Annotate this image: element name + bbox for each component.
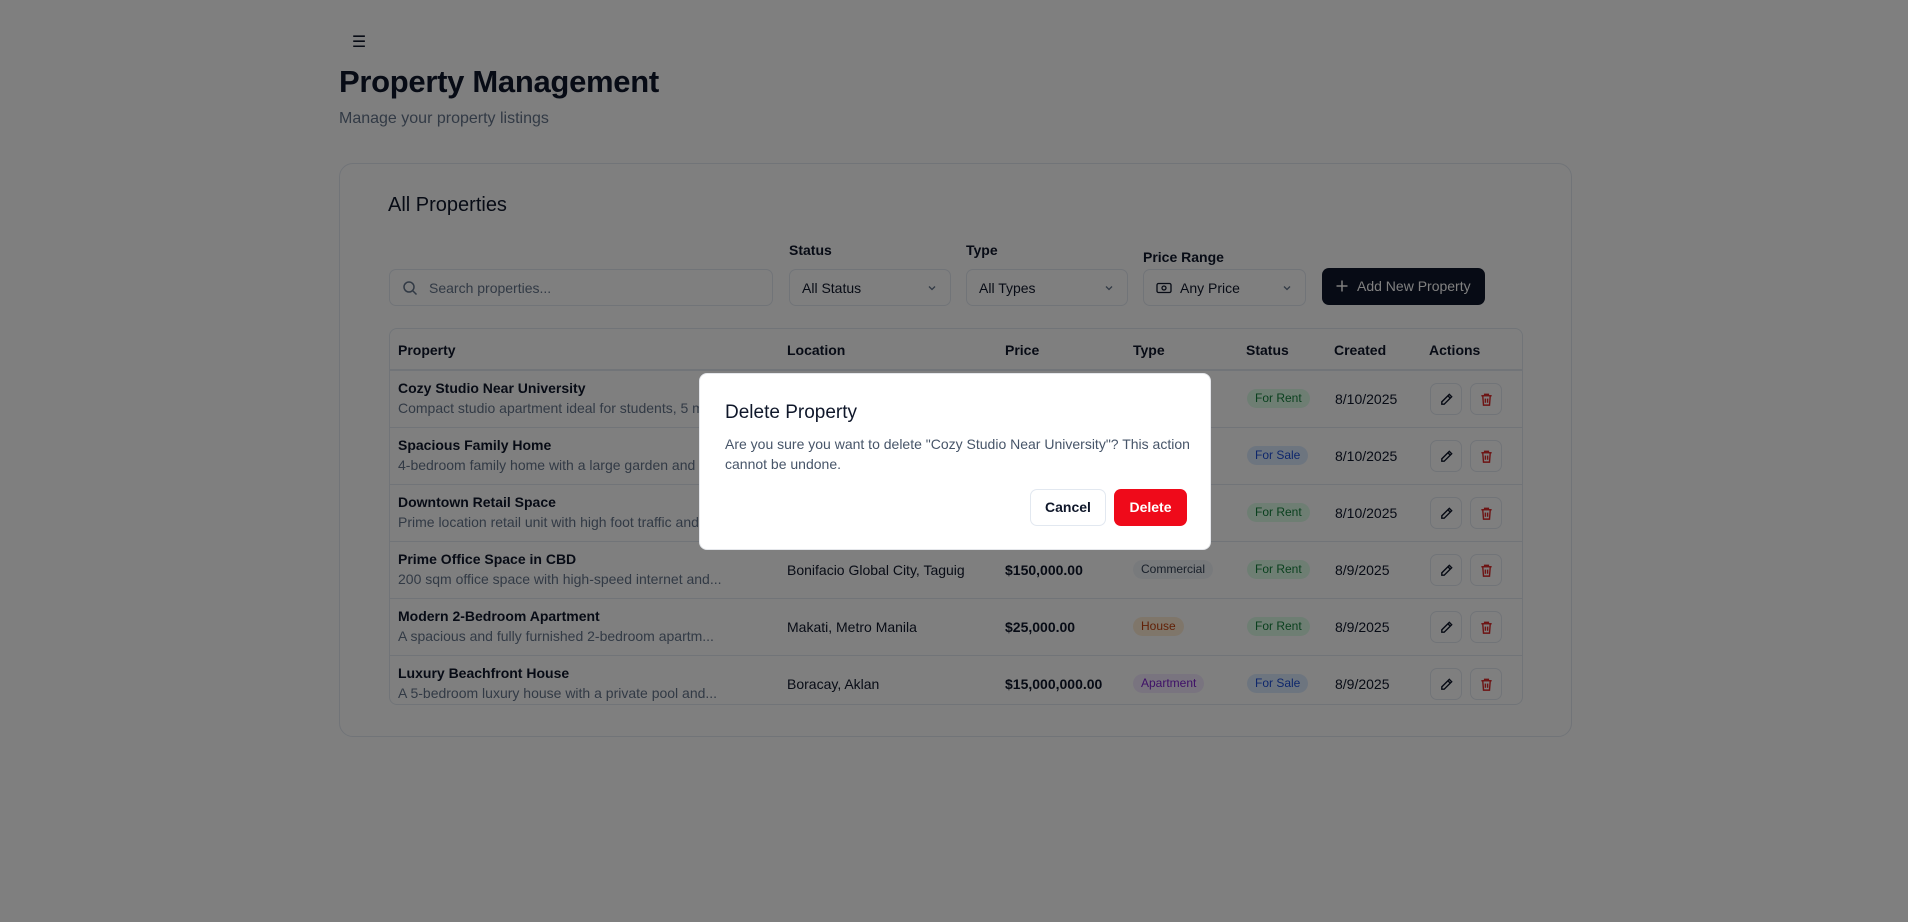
- confirm-delete-button[interactable]: Delete: [1114, 489, 1187, 526]
- dialog-title: Delete Property: [725, 402, 858, 423]
- delete-confirm-dialog: Delete Property Are you sure you want to…: [699, 373, 1211, 550]
- cancel-button[interactable]: Cancel: [1030, 489, 1106, 526]
- dialog-message: Are you sure you want to delete "Cozy St…: [725, 436, 1190, 472]
